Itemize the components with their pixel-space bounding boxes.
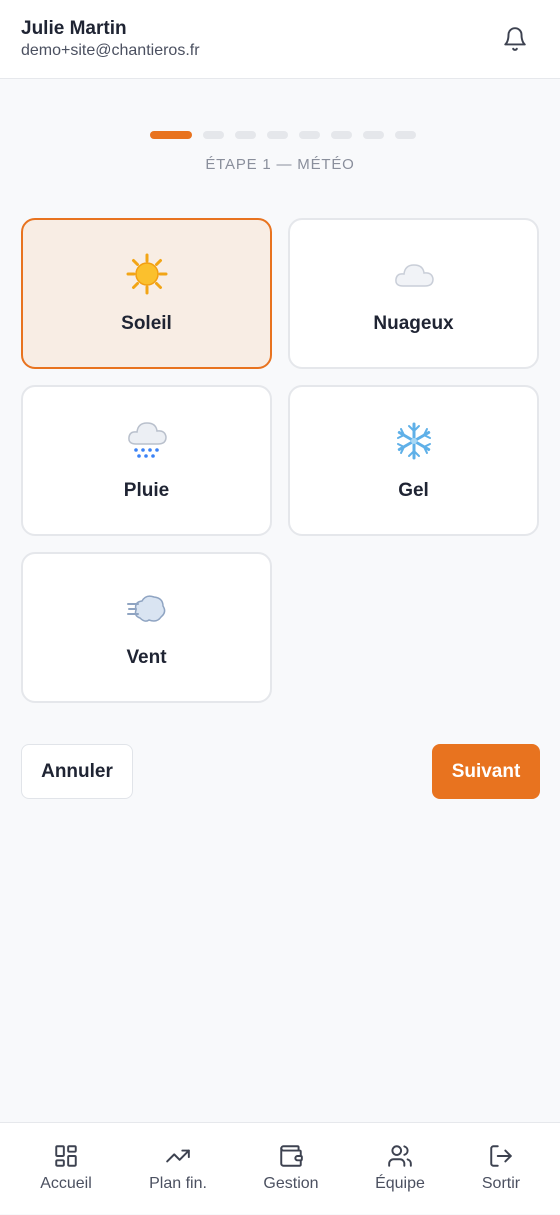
wallet-icon [235,1143,347,1171]
step-indicator [363,131,384,139]
next-button[interactable]: Suivant [432,744,540,799]
nav-label: Accueil [40,1175,92,1192]
nav-label: Équipe [375,1175,425,1192]
trending-up-icon [122,1143,234,1171]
cancel-button[interactable]: Annuler [21,744,133,799]
logout-icon [445,1143,557,1171]
sun-icon [23,253,270,295]
nav-item-plan-fin[interactable]: Plan fin. [122,1123,234,1215]
weather-option-nuageux[interactable]: Nuageux [288,218,539,369]
user-name: Julie Martin [21,18,127,39]
nav-item-sortir[interactable]: Sortir [445,1123,557,1215]
step-indicator [331,131,352,139]
step-indicator [395,131,416,139]
step-indicator [235,131,256,139]
step-progress [150,131,416,139]
nav-label: Plan fin. [149,1175,207,1192]
grid-icon [10,1143,122,1171]
nav-item-gestion[interactable]: Gestion [235,1123,347,1215]
step-indicator [299,131,320,139]
weather-option-label: Vent [126,647,167,668]
weather-option-pluie[interactable]: Pluie [21,385,272,536]
weather-option-label: Pluie [123,480,170,501]
weather-option-label: Gel [398,480,429,501]
wind-icon [23,588,270,628]
nav-item-equipe[interactable]: Équipe [344,1123,456,1215]
snowflake-icon [290,421,537,461]
weather-option-gel[interactable]: Gel [288,385,539,536]
app-header: Julie Martin demo+site@chantieros.fr [0,0,560,79]
nav-label: Gestion [263,1175,319,1192]
weather-option-vent[interactable]: Vent [21,552,272,703]
weather-option-label: Soleil [121,313,172,334]
step-indicator-active [150,131,192,139]
step-indicator [203,131,224,139]
bottom-nav: Accueil Plan fin. Gestion Équipe Sortir [0,1122,560,1214]
nav-label: Sortir [481,1175,521,1192]
step-label: ÉTAPE 1 — MÉTÉO [205,156,355,173]
user-email: demo+site@chantieros.fr [21,42,200,59]
step-indicator [267,131,288,139]
bell-icon[interactable] [500,24,530,54]
users-icon [344,1143,456,1171]
weather-option-label: Nuageux [373,313,454,334]
rain-cloud-icon [23,421,270,461]
nav-item-accueil[interactable]: Accueil [10,1123,122,1215]
cloud-icon [290,254,537,294]
weather-option-soleil[interactable]: Soleil [21,218,272,369]
